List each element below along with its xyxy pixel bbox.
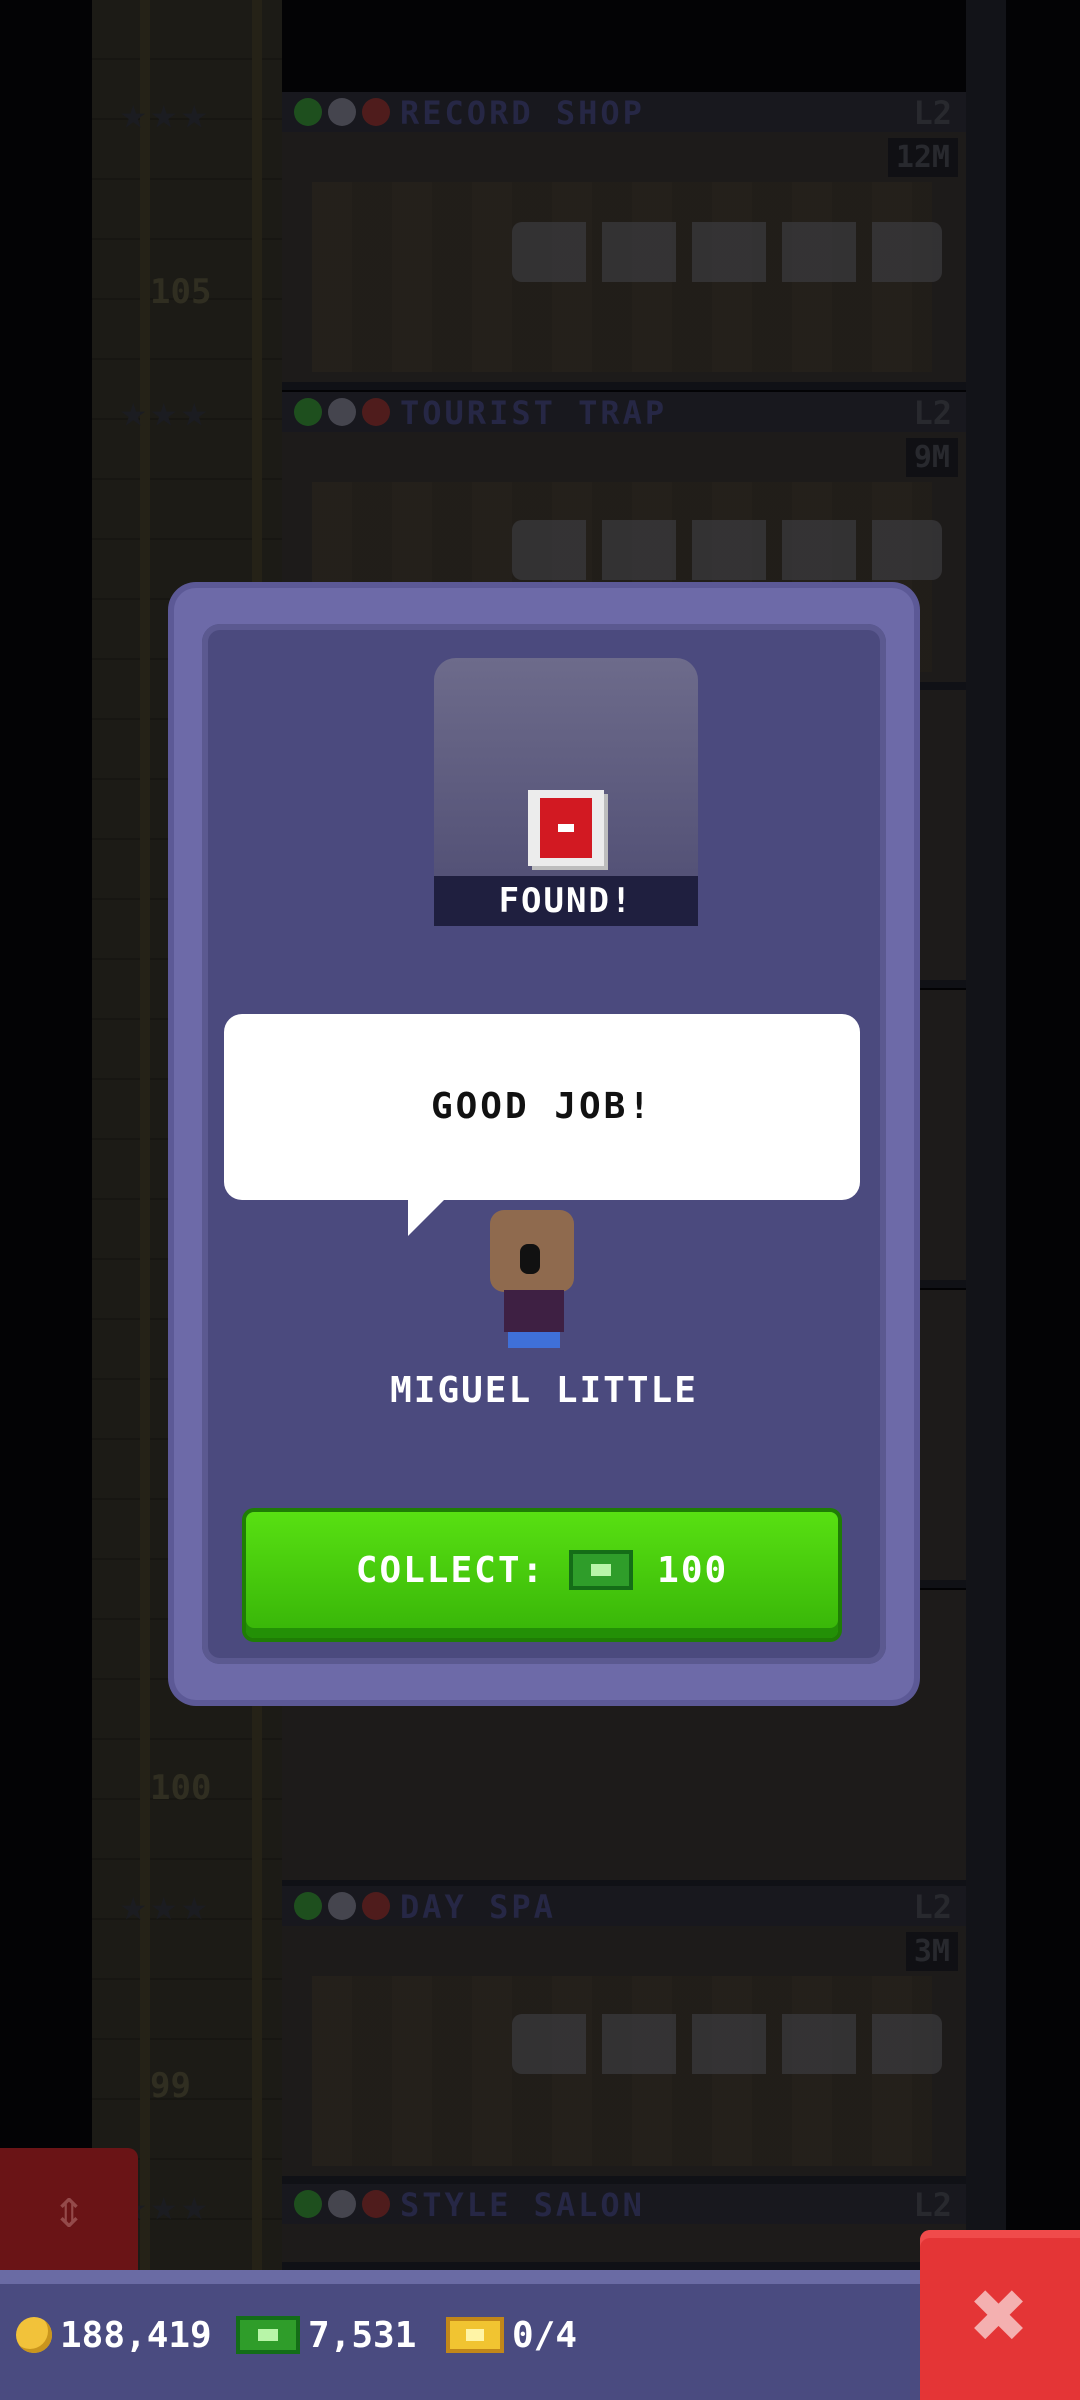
- bux-value: 7,531: [308, 2314, 417, 2356]
- collect-button[interactable]: COLLECT: 100: [246, 1512, 838, 1638]
- found-item-card: FOUND!: [434, 658, 698, 926]
- bux-icon: [569, 1550, 634, 1590]
- bux-stat[interactable]: 7,531: [236, 2310, 416, 2360]
- found-label: FOUND!: [434, 876, 698, 926]
- found-item-icon: [528, 790, 604, 866]
- coins-value: 188,419: [60, 2314, 212, 2356]
- close-button[interactable]: ✖: [920, 2230, 1080, 2400]
- collect-amount: 100: [657, 1549, 729, 1591]
- speech-text: GOOD JOB!: [430, 1086, 654, 1127]
- bux-icon: [236, 2316, 300, 2354]
- coins-stat[interactable]: 188,419: [16, 2310, 212, 2360]
- coin-icon: [16, 2317, 52, 2353]
- currency-bar: 188,419 7,531 0/4: [0, 2270, 1080, 2400]
- speech-bubble: GOOD JOB!: [224, 1014, 860, 1200]
- dialog-panel: FOUND! GOOD JOB! MIGUEL LITTLE COLLECT: …: [202, 624, 886, 1664]
- character-avatar: [486, 1210, 582, 1350]
- ticket-icon: [446, 2317, 504, 2353]
- speech-bubble-tail: [408, 1196, 448, 1236]
- elevator-scroll-button[interactable]: ⇕: [0, 2148, 138, 2270]
- found-item-dialog: FOUND! GOOD JOB! MIGUEL LITTLE COLLECT: …: [174, 588, 914, 1700]
- elevator-scroll-icon: ⇕: [52, 2177, 86, 2240]
- close-icon: ✖: [971, 2259, 1029, 2371]
- collect-label: COLLECT:: [355, 1549, 546, 1591]
- character-name: MIGUEL LITTLE: [390, 1370, 698, 1411]
- tickets-value: 0/4: [512, 2314, 578, 2356]
- tickets-stat[interactable]: 0/4: [446, 2310, 577, 2360]
